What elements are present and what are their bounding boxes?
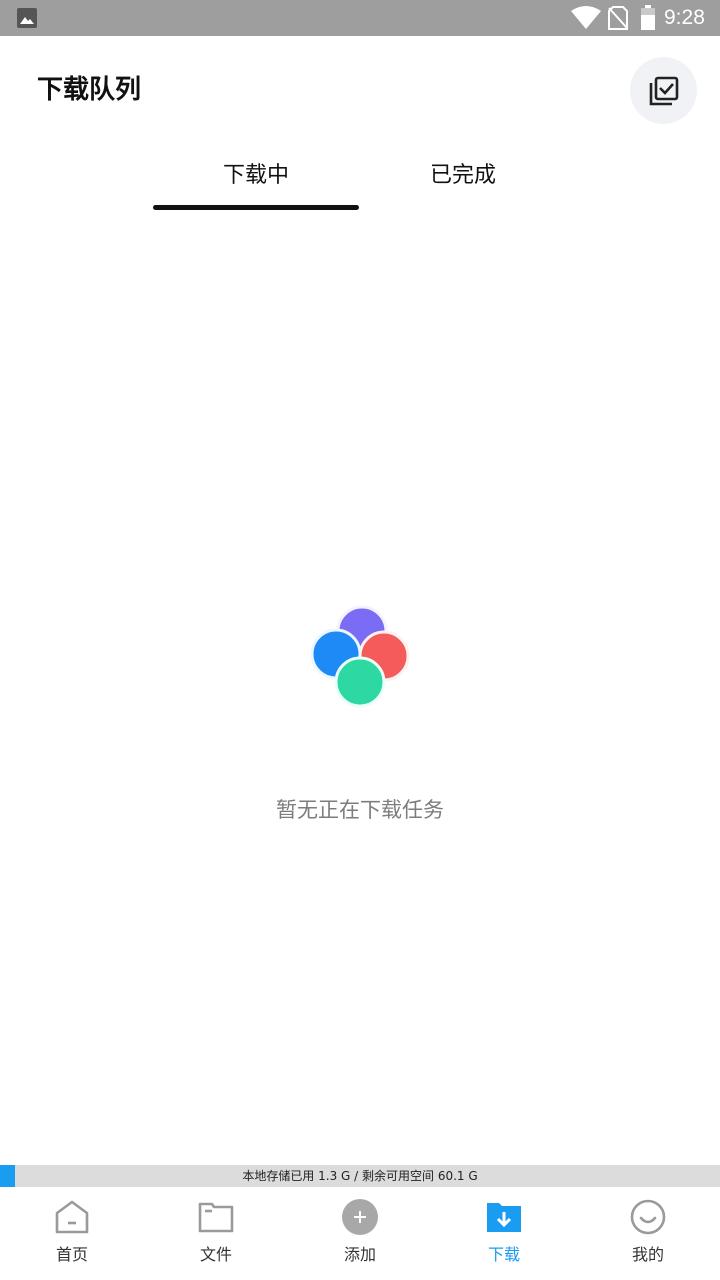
- folder-icon: [198, 1202, 234, 1233]
- home-icon: [55, 1200, 89, 1234]
- status-bar: 9:28: [0, 0, 720, 36]
- profile-smile-icon: [630, 1199, 666, 1235]
- active-tab-indicator: [153, 205, 359, 210]
- status-time: 9:28: [664, 6, 705, 29]
- storage-usage-text: 本地存储已用 1.3 G / 剩余可用空间 60.1 G: [242, 1169, 478, 1183]
- nav-label-add: 添加: [343, 1245, 376, 1264]
- nav-label-profile: 我的: [631, 1245, 664, 1264]
- tab-completed[interactable]: 已完成: [360, 158, 566, 198]
- nav-label-home: 首页: [55, 1245, 88, 1264]
- image-notification-icon: [17, 8, 37, 28]
- no-sim-icon: [608, 6, 628, 30]
- page-title: 下载队列: [37, 75, 142, 105]
- add-icon: [342, 1199, 378, 1235]
- tab-downloading[interactable]: 下载中: [153, 158, 359, 198]
- download-queue-screen: 9:28 下载队列 下载中 已完成 暂无正在下载任务 本地存储已用 1.3 G …: [0, 0, 720, 1280]
- wifi-icon: [571, 6, 601, 29]
- nav-label-download: 下载: [487, 1245, 520, 1264]
- multi-select-button[interactable]: [630, 57, 697, 124]
- bottom-nav: 首页 文件 添加 下载 我的: [0, 1187, 720, 1280]
- nav-item-files[interactable]: 文件: [144, 1187, 288, 1280]
- nav-label-files: 文件: [199, 1245, 232, 1264]
- download-folder-icon: [487, 1203, 521, 1232]
- nav-item-home[interactable]: 首页: [0, 1187, 144, 1280]
- nav-item-add[interactable]: 添加: [288, 1187, 432, 1280]
- nav-item-download[interactable]: 下载: [432, 1187, 576, 1280]
- four-circle-logo-icon: [310, 605, 410, 708]
- multi-select-checkbox-icon: [649, 76, 678, 105]
- battery-icon: [641, 5, 655, 30]
- empty-state-message: 暂无正在下载任务: [276, 798, 444, 822]
- storage-usage-bar: 本地存储已用 1.3 G / 剩余可用空间 60.1 G: [0, 1165, 720, 1187]
- nav-item-profile[interactable]: 我的: [576, 1187, 720, 1280]
